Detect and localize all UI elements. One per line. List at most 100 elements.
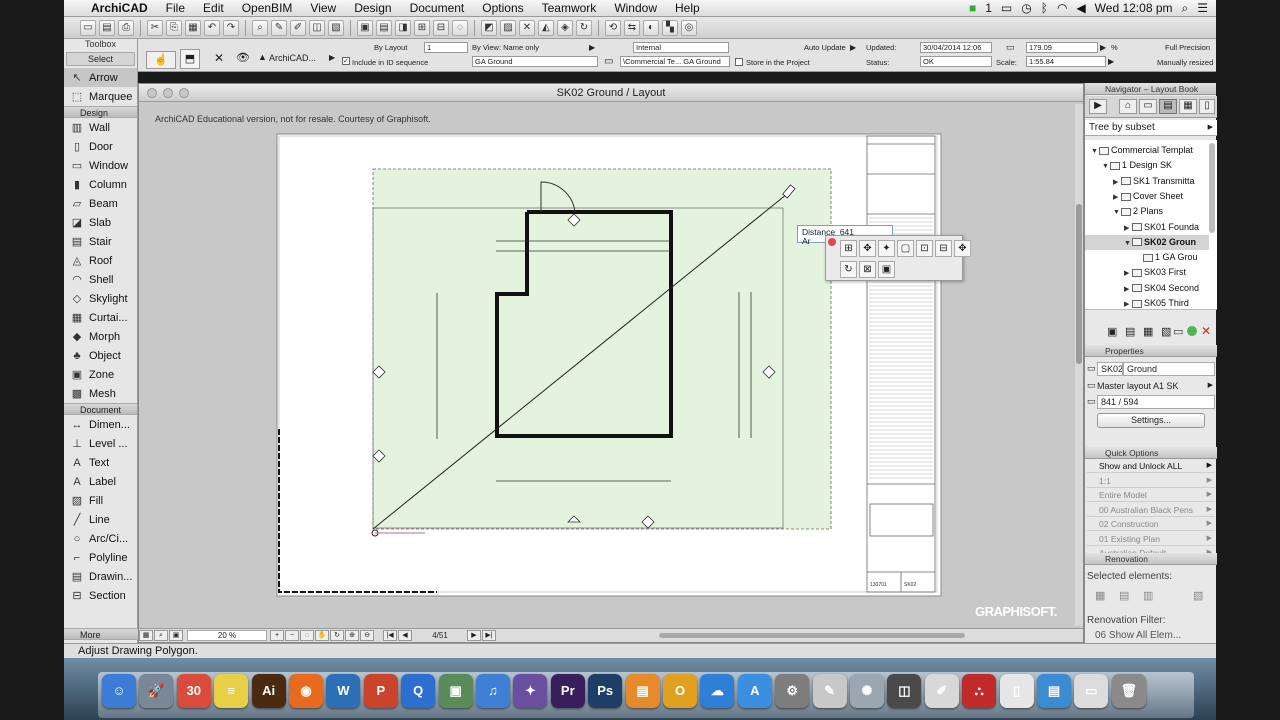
pet-command-icon[interactable]: ✥	[859, 240, 876, 257]
disclosure-open-icon[interactable]: ▼	[1102, 159, 1110, 173]
zoom-out-icon[interactable]: −	[285, 630, 299, 641]
zoom-in-tool-icon[interactable]: ⌕	[154, 630, 168, 641]
zoom-window-tool-icon[interactable]: ⊕	[345, 630, 359, 641]
outlook-icon[interactable]: O	[663, 674, 697, 708]
pet-command-icon[interactable]: ✥	[954, 240, 971, 257]
status-menu-icon[interactable]: ■	[969, 1, 976, 15]
toolbar-button-icon[interactable]: ◨	[395, 19, 411, 36]
menu-help[interactable]: Help	[666, 1, 709, 15]
new-subset-icon[interactable]: ▤	[1125, 325, 1135, 338]
layout-book-tab-icon[interactable]: ▭	[1139, 99, 1157, 114]
icloud-icon[interactable]: ☁	[700, 674, 735, 708]
toolbar-button-icon[interactable]: ▤	[376, 19, 392, 36]
volume-icon[interactable]: ◀	[1076, 1, 1085, 15]
stickies-icon[interactable]: ≡	[214, 674, 249, 708]
toolbar-button-icon[interactable]: ↷	[223, 19, 239, 36]
angle-field[interactable]: 179.09	[1026, 42, 1098, 53]
pet-arrow-button[interactable]: ☝	[146, 51, 176, 69]
quick-option-row[interactable]: Entire Model ▶	[1087, 488, 1215, 502]
wifi-icon[interactable]: ◠	[1057, 1, 1067, 15]
network-utility-icon[interactable]: ✺	[850, 674, 884, 708]
time-machine-icon[interactable]: ◷	[1021, 1, 1031, 15]
horizontal-scroll-thumb[interactable]	[659, 633, 965, 638]
menu-design[interactable]: Design	[345, 1, 400, 15]
publisher-tab-icon[interactable]: ▦	[1179, 99, 1197, 114]
toolbar-button-icon[interactable]: ✎	[271, 19, 287, 36]
tree-item[interactable]: ▶ Cover Sheet	[1085, 189, 1209, 204]
clone-icon[interactable]: ▧	[1161, 325, 1171, 338]
by-view-arrow-icon[interactable]: ▶	[589, 43, 595, 52]
toolbar-button-icon[interactable]: ◈	[557, 19, 573, 36]
textedit-icon[interactable]: ✐	[924, 674, 959, 708]
menu-file[interactable]: File	[157, 1, 194, 15]
property-name-field[interactable]: Ground	[1123, 362, 1215, 376]
new-master-icon[interactable]: ▦	[1143, 325, 1153, 338]
quick-option-row[interactable]: 1:1 ▶	[1087, 474, 1215, 488]
tool-zone[interactable]: ▣ Zone	[64, 365, 137, 384]
tool-marquee[interactable]: ⬚ Marquee	[64, 87, 137, 106]
menu-view[interactable]: View	[301, 1, 345, 15]
toolbar-button-icon[interactable]: ◭	[538, 19, 554, 36]
previous-page-icon[interactable]: ◀	[398, 630, 412, 641]
toolbar-button-icon[interactable]: ✕	[519, 19, 535, 36]
archicad-icon[interactable]: W	[326, 674, 361, 708]
document-icon[interactable]: ▯	[999, 674, 1034, 708]
store-checkbox[interactable]	[735, 58, 743, 66]
vertical-scroll-thumb[interactable]	[1076, 204, 1082, 364]
battery-icon[interactable]: ▭	[1001, 1, 1012, 15]
document-section-header[interactable]: Document	[64, 403, 137, 415]
vertical-scrollbar[interactable]	[1075, 104, 1083, 626]
disclosure-closed-icon[interactable]: ▶	[1113, 190, 1121, 204]
tool-arc-ci[interactable]: ○ Arc/Ci...	[64, 529, 137, 548]
menu-document[interactable]: Document	[401, 1, 474, 15]
toolbar-button-icon[interactable]: ⎘	[166, 19, 182, 36]
folder-add-icon[interactable]: ▭	[1173, 325, 1183, 338]
quick-option-row[interactable]: 00 Australian Black Pens ▶	[1087, 503, 1215, 517]
tool-curtai[interactable]: ▦ Curtai...	[64, 308, 137, 327]
tool-slab[interactable]: ◪ Slab	[64, 213, 137, 232]
renovation-header[interactable]: Renovation	[1085, 553, 1217, 565]
by-layout-field[interactable]: 1	[424, 42, 468, 53]
quicktime-icon[interactable]: Q	[401, 674, 436, 708]
view-options-icon[interactable]: ▦	[139, 630, 153, 641]
toolbar-button-icon[interactable]: ◫	[309, 19, 325, 36]
pet-command-icon[interactable]: ⊞	[840, 240, 857, 257]
toolbar-button-icon[interactable]: ⇆	[624, 19, 640, 36]
view-mode-select[interactable]: Tree by subset ▶	[1085, 120, 1217, 136]
script-editor-icon[interactable]: ✎	[812, 674, 847, 708]
scale-field[interactable]: 1:55.84	[1026, 56, 1106, 67]
pet-close-icon[interactable]	[828, 238, 836, 246]
zoom-in-icon[interactable]: +	[270, 630, 284, 641]
toolbar-button-icon[interactable]: ⌕	[252, 19, 268, 36]
disclosure-closed-icon[interactable]: ▶	[1124, 266, 1132, 280]
system-preferences-icon[interactable]: ⚙	[775, 674, 810, 708]
new-layout-icon[interactable]: ▣	[1107, 325, 1117, 338]
disclosure-open-icon[interactable]: ▼	[1091, 144, 1099, 158]
toolbar-button-icon[interactable]: ✂	[147, 19, 163, 36]
tree-scrollbar[interactable]	[1209, 143, 1215, 233]
quick-option-row[interactable]: 02 Construction ▶	[1087, 517, 1215, 531]
zoom-fit-icon[interactable]: ⊖	[360, 630, 374, 641]
tree-item[interactable]: ▼ SK02 Groun	[1085, 234, 1209, 250]
toolbar-button-icon[interactable]: ⊞	[414, 19, 430, 36]
downloads-folder-icon[interactable]: ▤	[1037, 674, 1071, 708]
tree-item[interactable]: ▶ SK05 Third	[1085, 296, 1209, 311]
quick-option-row[interactable]: 01 Existing Plan ▶	[1087, 532, 1215, 546]
toolbar-button-icon[interactable]: ▧	[328, 19, 344, 36]
project-map-tab-icon[interactable]: ▶	[1089, 99, 1107, 114]
tool-level[interactable]: ⊥ Level ...	[64, 434, 137, 453]
layout-canvas[interactable]: 130701 SK02	[139, 84, 1083, 626]
properties-header[interactable]: Properties	[1085, 345, 1217, 357]
tool-section[interactable]: ⊟ Section	[64, 586, 137, 605]
include-id-checkbox[interactable]: ✓	[342, 57, 350, 65]
tool-beam[interactable]: ▱ Beam	[64, 194, 137, 213]
quick-option-arrow-icon[interactable]: ▶	[1207, 474, 1212, 487]
pet-command-icon[interactable]: ⊠	[859, 261, 876, 278]
layout-book-active-tab-icon[interactable]: ▤	[1159, 99, 1177, 114]
tool-drawin[interactable]: ▤ Drawin...	[64, 567, 137, 586]
pet-command-icon[interactable]: ⊡	[916, 240, 933, 257]
renovation-existing-icon[interactable]: ▦	[1095, 589, 1105, 602]
tool-skylight[interactable]: ◇ Skylight	[64, 289, 137, 308]
pet-command-icon[interactable]: ↻	[840, 261, 857, 278]
angle-arrow-icon[interactable]: ▶	[1100, 43, 1106, 52]
